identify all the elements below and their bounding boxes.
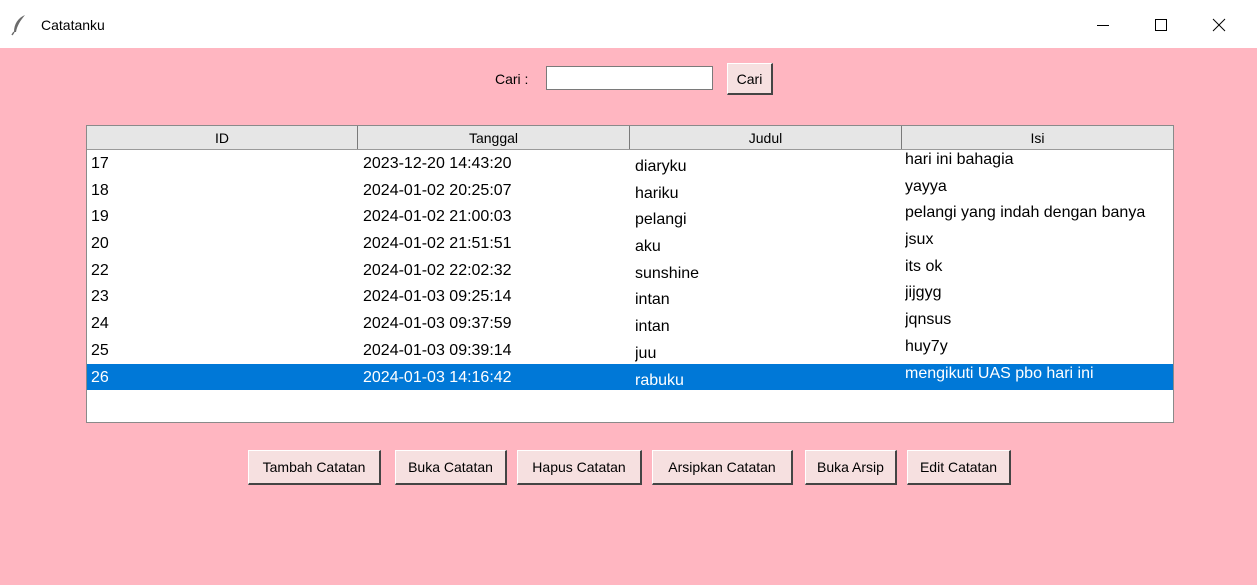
cell-id: 17: [91, 155, 109, 172]
cell-isi: pelangi yang indah dengan banya: [905, 204, 1146, 222]
notes-table[interactable]: ID Tanggal Judul Isi 17 2023-12-20 14:43…: [86, 125, 1174, 423]
cell-isi: yayya: [905, 177, 947, 195]
table-row[interactable]: 25 2024-01-03 09:39:14 juu huy7y: [87, 337, 1173, 364]
table-row-selected[interactable]: 26 2024-01-03 14:16:42 rabuku mengikuti …: [87, 363, 1173, 391]
edit-note-button[interactable]: Edit Catatan: [907, 450, 1011, 485]
column-header-id[interactable]: ID: [87, 126, 358, 149]
column-header-judul[interactable]: Judul: [630, 126, 902, 149]
column-header-isi[interactable]: Isi: [902, 126, 1173, 149]
add-note-button[interactable]: Tambah Catatan: [248, 450, 381, 485]
feather-icon: [10, 14, 30, 36]
table-row[interactable]: 20 2024-01-02 21:51:51 aku jsux: [87, 230, 1173, 257]
cell-judul: juu: [635, 344, 657, 362]
cell-tanggal: 2024-01-03 09:25:14: [363, 288, 512, 306]
cell-id: 26: [91, 368, 109, 386]
open-archive-button[interactable]: Buka Arsip: [805, 450, 897, 485]
cell-isi: mengikuti UAS pbo hari ini: [905, 364, 1094, 382]
cell-judul: aku: [635, 238, 661, 256]
search-label: Cari :: [495, 71, 529, 87]
table-row[interactable]: 23 2024-01-03 09:25:14 intan jijgyg: [87, 283, 1173, 310]
search-input[interactable]: [546, 66, 713, 90]
cell-tanggal: 2024-01-03 14:16:42: [363, 368, 512, 386]
cell-isi: its ok: [905, 257, 943, 275]
cell-judul: hariku: [635, 184, 679, 202]
cell-id: 22: [91, 261, 109, 279]
cell-judul: rabuku: [635, 371, 684, 389]
table-row[interactable]: 17 2023-12-20 14:43:20 diaryku hari ini …: [87, 150, 1173, 177]
cell-judul: diaryku: [635, 158, 687, 175]
cell-isi: hari ini bahagia: [905, 151, 1014, 168]
table-row[interactable]: 19 2024-01-02 21:00:03 pelangi pelangi y…: [87, 203, 1173, 230]
cell-tanggal: 2024-01-02 22:02:32: [363, 261, 512, 279]
table-header: ID Tanggal Judul Isi: [87, 126, 1173, 150]
cell-isi: jijgyg: [905, 284, 942, 302]
cell-tanggal: 2024-01-03 09:39:14: [363, 341, 512, 359]
maximize-icon: [1155, 19, 1167, 31]
table-row[interactable]: 18 2024-01-02 20:25:07 hariku yayya: [87, 177, 1173, 204]
table-row[interactable]: 24 2024-01-03 09:37:59 intan jqnsus: [87, 310, 1173, 337]
cell-tanggal: 2024-01-02 21:51:51: [363, 235, 512, 253]
maximize-button[interactable]: [1138, 0, 1184, 48]
title-bar: Catatanku: [0, 0, 1257, 48]
cell-id: 20: [91, 235, 109, 253]
minimize-icon: [1097, 25, 1109, 26]
table-row[interactable]: 22 2024-01-02 22:02:32 sunshine its ok: [87, 257, 1173, 284]
app-window: Catatanku Cari : Cari ID Tanggal Judul I…: [0, 0, 1257, 585]
window-title: Catatanku: [41, 17, 105, 33]
cell-judul: intan: [635, 291, 670, 309]
cell-judul: sunshine: [635, 264, 700, 282]
cell-tanggal: 2024-01-02 20:25:07: [363, 181, 512, 199]
cell-tanggal: 2024-01-03 09:37:59: [363, 315, 512, 333]
cell-id: 25: [91, 341, 109, 359]
open-note-button[interactable]: Buka Catatan: [395, 450, 507, 485]
cell-id: 24: [91, 315, 109, 333]
cell-id: 18: [91, 181, 109, 199]
cell-judul: intan: [635, 318, 670, 336]
table-body: 17 2023-12-20 14:43:20 diaryku hari ini …: [87, 150, 1173, 391]
cell-isi: jqnsus: [905, 311, 952, 329]
close-button[interactable]: [1196, 0, 1242, 48]
cell-id: 19: [91, 208, 109, 226]
archive-note-button[interactable]: Arsipkan Catatan: [652, 450, 793, 485]
cell-judul: pelangi: [635, 211, 687, 229]
cell-isi: huy7y: [905, 337, 948, 355]
delete-note-button[interactable]: Hapus Catatan: [517, 450, 642, 485]
cell-id: 23: [91, 288, 109, 306]
cell-isi: jsux: [905, 231, 934, 249]
cell-tanggal: 2023-12-20 14:43:20: [363, 155, 512, 172]
column-header-tanggal[interactable]: Tanggal: [358, 126, 630, 149]
minimize-button[interactable]: [1080, 0, 1126, 48]
cell-tanggal: 2024-01-02 21:00:03: [363, 208, 512, 226]
close-icon: [1212, 18, 1226, 32]
search-button[interactable]: Cari: [727, 63, 773, 95]
